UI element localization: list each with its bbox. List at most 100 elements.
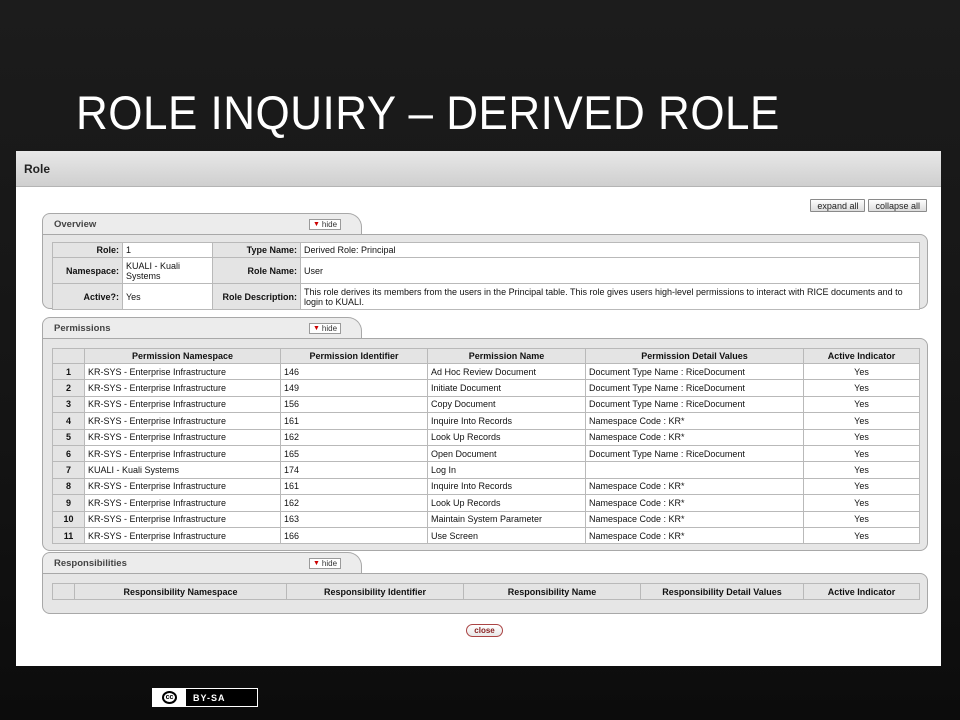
close-button[interactable]: close <box>466 624 503 637</box>
permission-detail-cell: Namespace Code : KR* <box>585 510 804 528</box>
permissions-table: Permission Namespace Permission Identifi… <box>52 348 920 545</box>
responsibilities-panel: Responsibility Namespace Responsibility … <box>42 573 928 614</box>
permissions-section: Permissions ▼ hide Permission Namespace … <box>42 317 928 551</box>
responsibilities-col-identifier: Responsibility Identifier <box>286 583 464 600</box>
permission-identifier-cell: 149 <box>280 379 428 397</box>
role-name-label: Role Name: <box>212 257 301 284</box>
permissions-col-name: Permission Name <box>427 348 586 364</box>
row-index: 9 <box>52 494 85 512</box>
row-index: 10 <box>52 510 85 528</box>
permission-namespace-cell: KR-SYS - Enterprise Infrastructure <box>84 526 281 545</box>
active-indicator-cell: Yes <box>803 412 920 430</box>
permission-name-cell: Initiate Document <box>427 379 586 397</box>
active-indicator-cell: Yes <box>803 510 920 528</box>
overview-section: Overview ▼ hide Role: 1 Type Name: Deriv… <box>42 213 928 311</box>
namespace-value: KUALI - Kuali Systems <box>122 257 213 284</box>
permissions-col-namespace: Permission Namespace <box>84 348 281 364</box>
permission-detail-cell: Namespace Code : KR* <box>585 526 804 545</box>
license-text: BY-SA <box>187 689 257 706</box>
role-description-value: This role derives its members from the u… <box>300 283 920 310</box>
permission-namespace-cell: KR-SYS - Enterprise Infrastructure <box>84 510 281 528</box>
responsibilities-section: Responsibilities ▼ hide Responsibility N… <box>42 552 928 616</box>
permission-namespace-cell: KR-SYS - Enterprise Infrastructure <box>84 412 281 430</box>
permissions-col-detail-values: Permission Detail Values <box>585 348 804 364</box>
permission-detail-cell: Namespace Code : KR* <box>585 494 804 512</box>
permission-namespace-cell: KR-SYS - Enterprise Infrastructure <box>84 494 281 512</box>
permission-name-cell: Copy Document <box>427 395 586 414</box>
permissions-col-active: Active Indicator <box>803 348 920 364</box>
permission-namespace-cell: KR-SYS - Enterprise Infrastructure <box>84 428 281 446</box>
active-value: Yes <box>122 283 213 310</box>
table-row: 1 KR-SYS - Enterprise Infrastructure 146 Ad… <box>52 362 920 381</box>
permission-detail-cell: Document Type Name : RiceDocument <box>585 379 804 397</box>
responsibilities-col-index <box>52 583 75 600</box>
active-indicator-cell: Yes <box>803 526 920 545</box>
responsibilities-col-detail-values: Responsibility Detail Values <box>640 583 804 600</box>
responsibilities-hide-button[interactable]: ▼ hide <box>309 558 341 569</box>
permissions-panel: Permission Namespace Permission Identifi… <box>42 338 928 551</box>
overview-panel: Role: 1 Type Name: Derived Role: Princip… <box>42 234 928 310</box>
permission-name-cell: Inquire Into Records <box>427 412 586 430</box>
role-id-value: 1 <box>122 242 213 258</box>
row-index: 2 <box>52 379 85 397</box>
permission-namespace-cell: KR-SYS - Enterprise Infrastructure <box>84 362 281 381</box>
permissions-hide-button[interactable]: ▼ hide <box>309 323 341 334</box>
active-indicator-cell: Yes <box>803 444 920 463</box>
permission-identifier-cell: 165 <box>280 444 428 463</box>
permission-detail-cell: Document Type Name : RiceDocument <box>585 395 804 414</box>
overview-tab-label: Overview <box>54 219 97 230</box>
row-index: 1 <box>52 362 85 381</box>
type-name-label: Type Name: <box>212 242 301 258</box>
permission-namespace-cell: KUALI - Kuali Systems <box>84 461 281 479</box>
active-indicator-cell: Yes <box>803 362 920 381</box>
permission-identifier-cell: 161 <box>280 477 428 496</box>
permission-identifier-cell: 161 <box>280 412 428 430</box>
responsibilities-col-active: Active Indicator <box>803 583 920 600</box>
expand-collapse-group: expand all collapse all <box>810 199 927 212</box>
table-row: 9 KR-SYS - Enterprise Infrastructure 162 Lo… <box>52 494 920 512</box>
overview-hide-button[interactable]: ▼ hide <box>309 219 341 230</box>
permission-namespace-cell: KR-SYS - Enterprise Infrastructure <box>84 379 281 397</box>
table-row: 5 KR-SYS - Enterprise Infrastructure 162 Lo… <box>52 428 920 446</box>
table-row: 7 KUALI - Kuali Systems 174 Log In Yes <box>52 461 920 479</box>
expand-all-button[interactable]: expand all <box>810 199 866 212</box>
permission-name-cell: Ad Hoc Review Document <box>427 362 586 381</box>
row-index: 7 <box>52 461 85 479</box>
cc-by-sa-license-badge: cc BY-SA <box>152 688 258 707</box>
active-label: Active?: <box>52 283 123 310</box>
table-row: 3 KR-SYS - Enterprise Infrastructure 156 Co… <box>52 395 920 414</box>
permission-name-cell: Inquire Into Records <box>427 477 586 496</box>
active-indicator-cell: Yes <box>803 379 920 397</box>
permissions-col-identifier: Permission Identifier <box>280 348 428 364</box>
permission-namespace-cell: KR-SYS - Enterprise Infrastructure <box>84 444 281 463</box>
row-index: 3 <box>52 395 85 414</box>
row-index: 8 <box>52 477 85 496</box>
creative-commons-icon: cc <box>162 691 177 704</box>
namespace-label: Namespace: <box>52 257 123 284</box>
triangle-down-icon: ▼ <box>312 325 320 332</box>
permission-namespace-cell: KR-SYS - Enterprise Infrastructure <box>84 477 281 496</box>
responsibilities-table: Responsibility Namespace Responsibility … <box>52 583 920 600</box>
active-indicator-cell: Yes <box>803 428 920 446</box>
table-row: 10 KR-SYS - Enterprise Infrastructure 163 M… <box>52 510 920 528</box>
role-description-label: Role Description: <box>212 283 301 310</box>
permission-detail-cell: Document Type Name : RiceDocument <box>585 444 804 463</box>
table-row: 2 KR-SYS - Enterprise Infrastructure 149 In… <box>52 379 920 397</box>
row-index: 5 <box>52 428 85 446</box>
role-header-label: Role <box>24 162 51 176</box>
permission-namespace-cell: KR-SYS - Enterprise Infrastructure <box>84 395 281 414</box>
permission-detail-cell: Document Type Name : RiceDocument <box>585 362 804 381</box>
collapse-all-button[interactable]: collapse all <box>868 199 927 212</box>
table-row: 4 KR-SYS - Enterprise Infrastructure 161 In… <box>52 412 920 430</box>
active-indicator-cell: Yes <box>803 477 920 496</box>
table-row: 6 KR-SYS - Enterprise Infrastructure 165 Op… <box>52 444 920 463</box>
permission-name-cell: Look Up Records <box>427 494 586 512</box>
slide-title: Role Inquiry – Derived Role <box>76 86 780 140</box>
permission-name-cell: Maintain System Parameter <box>427 510 586 528</box>
triangle-down-icon: ▼ <box>312 221 320 228</box>
permission-name-cell: Use Screen <box>427 526 586 545</box>
permissions-tab-label: Permissions <box>54 323 111 334</box>
triangle-down-icon: ▼ <box>312 560 320 567</box>
permission-identifier-cell: 162 <box>280 428 428 446</box>
permission-identifier-cell: 162 <box>280 494 428 512</box>
